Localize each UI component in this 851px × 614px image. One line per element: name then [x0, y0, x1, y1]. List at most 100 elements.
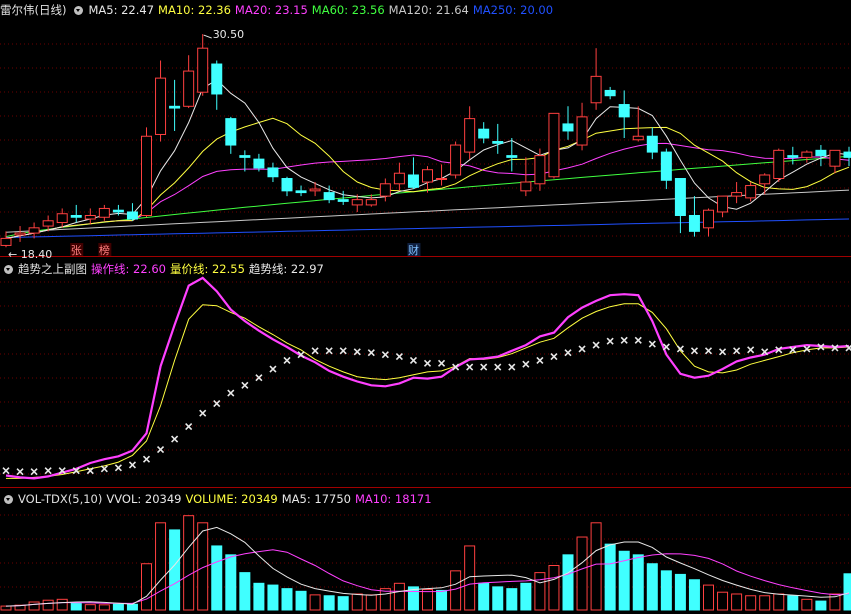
- volume-bar-up: [28, 601, 40, 611]
- candle-down: [660, 151, 672, 181]
- trend-line-marker: [466, 363, 474, 371]
- dropdown-icon[interactable]: [74, 6, 84, 15]
- candle-up: [393, 172, 405, 185]
- trend-line-marker: [325, 347, 333, 355]
- candle-up: [703, 209, 714, 229]
- candle-down: [688, 214, 700, 232]
- volume-bar-down: [520, 582, 532, 611]
- stock-chart[interactable]: 30.50 ← 18.40 张 榜 财: [0, 0, 851, 614]
- volume-bar-up: [731, 593, 743, 611]
- sub-header: 趋势之上副图 操作线: 22.60 量价线: 22.55 趋势线: 22.97: [0, 261, 332, 277]
- volume-bar-down: [492, 586, 504, 611]
- candle-down: [407, 174, 419, 188]
- low-price-label: ← 18.40: [8, 248, 52, 261]
- trend-line-marker: [199, 409, 207, 417]
- trend-line-marker: [480, 363, 488, 371]
- volume-bar-down: [646, 563, 658, 611]
- event-marker-7: 榜: [99, 243, 110, 257]
- main-indicator-5: MA250: 20.00: [472, 3, 554, 17]
- candle-up: [183, 70, 195, 107]
- main-indicator-1: MA10: 22.36: [158, 3, 231, 17]
- volume-bar-up: [759, 595, 771, 611]
- sub-indicator-1: 量价线: 22.55: [169, 262, 245, 276]
- candle-up: [576, 116, 588, 146]
- volume-bar-up: [56, 598, 68, 611]
- candle-up: [464, 118, 476, 153]
- candle-down: [253, 158, 265, 169]
- candle-up: [28, 227, 40, 234]
- main-indicator-4: MA120: 21.64: [388, 3, 469, 17]
- trend-line-marker: [128, 461, 137, 469]
- trend-line-marker: [213, 399, 221, 408]
- volume-bar-down: [323, 595, 335, 611]
- volume-bar-down: [295, 590, 307, 611]
- trend-line-marker: [2, 467, 10, 475]
- trend-line-marker: [395, 352, 403, 361]
- trend-line-marker: [508, 363, 516, 371]
- vol-indicator-2: MA5: 17750: [281, 492, 351, 506]
- event-marker-29: 财: [408, 243, 419, 257]
- dropdown-icon[interactable]: [4, 495, 13, 504]
- volume-bar-up: [801, 598, 813, 611]
- candle-up: [717, 195, 729, 213]
- volume-bar-down: [506, 588, 518, 611]
- volume-bar-down: [604, 543, 616, 611]
- volume-bar-down: [843, 573, 851, 611]
- vol-indicator-0: VVOL: 20349: [106, 492, 182, 506]
- trend-line-marker: [142, 455, 151, 463]
- trend-line-marker: [578, 345, 586, 353]
- main-panel[interactable]: 30.50 ← 18.40 张 榜 财: [0, 28, 851, 261]
- volume-bar-down: [112, 603, 124, 611]
- volume-bar-up: [773, 593, 785, 611]
- trend-line-marker: [381, 351, 389, 359]
- ma250-line: [5, 218, 850, 238]
- trend-line-marker: [241, 381, 249, 389]
- trend-line-marker: [423, 359, 432, 367]
- candle-up: [365, 199, 377, 206]
- candle-down: [843, 151, 851, 158]
- candle-down: [112, 209, 124, 213]
- trend-line-marker: [522, 360, 530, 368]
- dropdown-icon[interactable]: [4, 265, 13, 274]
- trend-line-marker: [156, 446, 165, 454]
- trend-line-marker: [704, 347, 713, 355]
- trend-line-marker: [536, 356, 544, 364]
- candle-up: [42, 220, 54, 227]
- candle-up: [520, 181, 532, 192]
- trend-line-marker: [550, 352, 558, 361]
- volume-bar-down: [815, 600, 827, 611]
- volume-bar-up: [351, 593, 363, 611]
- candle-down: [492, 141, 504, 144]
- volume-bar-up: [393, 582, 405, 611]
- candle-up: [309, 188, 321, 192]
- candle-down: [604, 89, 616, 97]
- volume-bar-down: [225, 554, 237, 611]
- candle-up: [534, 155, 546, 185]
- trend-line-marker: [44, 467, 52, 475]
- trend-line-marker: [747, 346, 755, 354]
- volume-bar-down: [239, 572, 251, 611]
- trend-line-marker: [606, 337, 614, 345]
- candle-up: [379, 183, 391, 197]
- vol-panel[interactable]: [0, 514, 851, 611]
- candle-up: [422, 169, 433, 183]
- event-marker-5: 张: [71, 244, 82, 257]
- volume-bar-down: [337, 596, 349, 611]
- volume-bar-up: [464, 545, 476, 611]
- trend-line-marker: [311, 347, 319, 355]
- volume-bar-up: [576, 536, 588, 611]
- volume-bar-down: [632, 554, 644, 611]
- sub-panel[interactable]: [0, 276, 851, 488]
- high-price-label: 30.50: [213, 28, 245, 41]
- trend-line-marker: [114, 464, 122, 472]
- sub-indicator-2: 趋势线: 22.97: [248, 262, 324, 276]
- trend-line-marker: [283, 356, 291, 364]
- candle-down: [674, 178, 686, 216]
- candle-up: [801, 151, 813, 158]
- main-header: 雷尔伟(日线) MA5: 22.47 MA10: 22.36 MA20: 23.15 M…: [0, 2, 561, 18]
- volume-bar-up: [590, 522, 602, 611]
- trend-line-marker: [339, 347, 347, 355]
- high-arrow: [203, 34, 212, 39]
- main-indicator-2: MA20: 23.15: [234, 3, 308, 17]
- volume-bar-down: [478, 582, 490, 611]
